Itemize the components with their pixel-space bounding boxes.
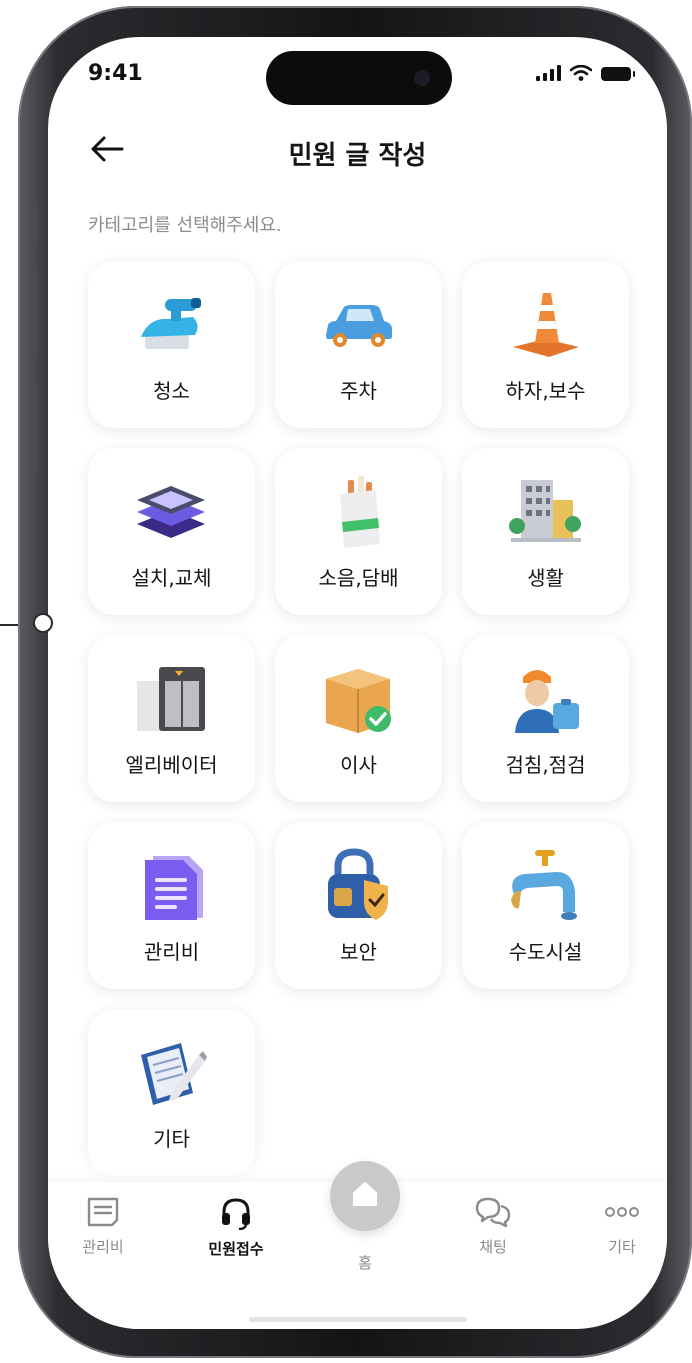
battery-icon bbox=[601, 67, 635, 81]
category-parking[interactable]: 주차 bbox=[275, 261, 442, 428]
category-moving[interactable]: 이사 bbox=[275, 635, 442, 802]
category-label: 수도시설 bbox=[508, 940, 583, 964]
building-icon bbox=[509, 480, 581, 542]
home-indicator bbox=[249, 1317, 467, 1322]
cleaning-brush-icon bbox=[141, 298, 201, 349]
category-label: 청소 bbox=[153, 379, 190, 403]
nav-label: 관리비 bbox=[82, 1238, 124, 1256]
chat-icon bbox=[475, 1197, 511, 1228]
elevator-icon bbox=[137, 667, 205, 731]
nav-item-chat[interactable]: 채팅 bbox=[448, 1196, 538, 1257]
category-label: 엘리베이터 bbox=[125, 753, 218, 777]
more-dots-icon bbox=[605, 1207, 639, 1217]
category-label: 소음,담배 bbox=[318, 566, 399, 590]
category-water[interactable]: 수도시설 bbox=[462, 822, 629, 989]
nav-label: 기타 bbox=[608, 1238, 636, 1256]
category-repair[interactable]: 하자,보수 bbox=[462, 261, 629, 428]
volume-down-button bbox=[29, 381, 37, 477]
document-icon bbox=[145, 856, 203, 920]
status-time: 9:41 bbox=[88, 61, 143, 86]
cigarette-pack-icon bbox=[340, 476, 380, 548]
nav-item-more[interactable]: 기타 bbox=[577, 1196, 667, 1257]
moving-box-icon bbox=[326, 669, 391, 733]
status-icons bbox=[536, 65, 635, 81]
category-label: 하자,보수 bbox=[505, 379, 586, 403]
category-elevator[interactable]: 엘리베이터 bbox=[88, 635, 255, 802]
camera-icon bbox=[414, 70, 430, 86]
dynamic-island bbox=[266, 51, 452, 105]
bottom-nav: 관리비 민원접수 홈 채팅 기타 bbox=[48, 1161, 667, 1329]
category-label: 설치,교체 bbox=[131, 566, 212, 590]
car-icon bbox=[326, 305, 392, 347]
category-label: 생활 bbox=[527, 566, 564, 590]
category-label: 검침,점검 bbox=[505, 753, 586, 777]
layers-icon bbox=[137, 486, 205, 538]
action-button bbox=[29, 202, 37, 246]
receipt-icon bbox=[87, 1197, 119, 1227]
headset-icon bbox=[222, 1198, 250, 1230]
faucet-icon bbox=[511, 850, 577, 920]
category-label: 관리비 bbox=[143, 940, 200, 964]
signal-icon bbox=[536, 65, 561, 81]
category-noise-smoking[interactable]: 소음,담배 bbox=[275, 448, 442, 615]
nav-item-complaint[interactable]: 민원접수 bbox=[191, 1196, 281, 1259]
notepad-pencil-icon bbox=[141, 1043, 207, 1105]
home-icon bbox=[353, 1182, 377, 1206]
nav-label: 민원접수 bbox=[208, 1240, 264, 1258]
page-title: 민원 글 작성 bbox=[288, 141, 427, 171]
category-install[interactable]: 설치,교체 bbox=[88, 448, 255, 615]
category-label: 이사 bbox=[340, 753, 377, 777]
wifi-icon bbox=[570, 65, 592, 81]
volume-up-button bbox=[29, 264, 37, 360]
category-security[interactable]: 보안 bbox=[275, 822, 442, 989]
category-label: 보안 bbox=[340, 940, 377, 964]
side-knob bbox=[33, 613, 53, 633]
lock-shield-icon bbox=[328, 848, 388, 920]
phone-screen: 9:41 민원 글 작성 카테고리를 선택해주세요. 청소 주차 하자,보수 설… bbox=[48, 37, 667, 1329]
traffic-cone-icon bbox=[513, 293, 579, 357]
inspector-icon bbox=[515, 670, 579, 733]
nav-item-fee[interactable]: 관리비 bbox=[58, 1196, 148, 1257]
home-button[interactable] bbox=[330, 1161, 400, 1231]
category-inspection[interactable]: 검침,점검 bbox=[462, 635, 629, 802]
category-living[interactable]: 생활 bbox=[462, 448, 629, 615]
category-cleaning[interactable]: 청소 bbox=[88, 261, 255, 428]
category-label: 주차 bbox=[340, 379, 377, 403]
category-grid: 청소 주차 하자,보수 설치,교체 소음,담배 생활 엘리베이터 이사 검침,점… bbox=[88, 261, 629, 1176]
category-fee[interactable]: 관리비 bbox=[88, 822, 255, 989]
nav-label: 채팅 bbox=[479, 1238, 507, 1256]
category-prompt: 카테고리를 선택해주세요. bbox=[88, 215, 282, 236]
nav-label-home: 홈 bbox=[358, 1254, 372, 1272]
